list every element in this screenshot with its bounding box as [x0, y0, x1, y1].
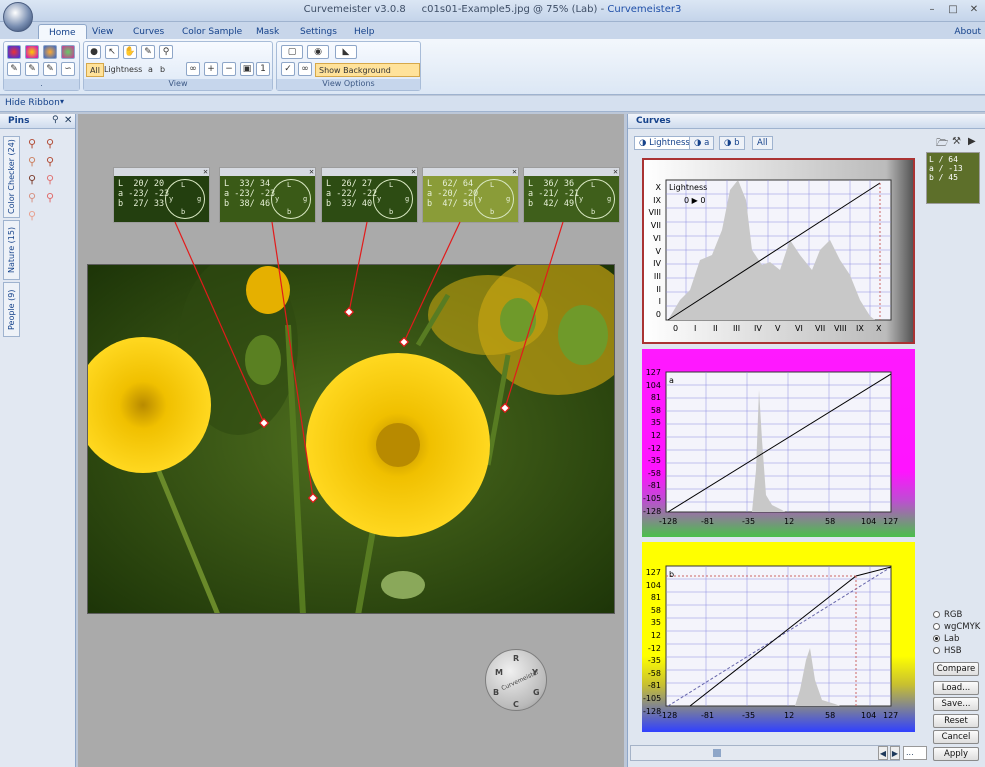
y-tick-label: 81 — [650, 593, 661, 603]
x-tick-label: -35 — [742, 517, 756, 526]
b-curve-label: b — [669, 570, 675, 579]
x-tick-label: VII — [815, 324, 826, 333]
y-tick-label: 58 — [650, 405, 661, 415]
x-tick-label: X — [876, 324, 882, 333]
y-tick-label: IX — [653, 195, 661, 205]
y-tick-label: -35 — [647, 456, 661, 466]
lightness-io-readout: 0 ▶ 0 — [684, 196, 706, 205]
x-tick-label: IX — [856, 324, 864, 333]
x-tick-label: 58 — [825, 711, 836, 720]
y-tick-label: -128 — [643, 506, 662, 516]
x-tick-label: VIII — [834, 324, 847, 333]
y-tick-label: -81 — [647, 681, 661, 691]
x-tick-label: VI — [795, 324, 803, 333]
y-tick-label: -81 — [647, 481, 661, 491]
x-tick-label: III — [733, 324, 741, 333]
lightness-curve-label: Lightness — [669, 183, 708, 192]
x-tick-label: IV — [754, 324, 762, 333]
x-tick-label: -81 — [701, 711, 715, 720]
y-tick-label: VII — [650, 221, 661, 231]
y-tick-label: 35 — [650, 418, 661, 428]
a-curve-label: a — [669, 376, 674, 385]
x-tick-label: 127 — [883, 517, 899, 526]
x-tick-label: V — [775, 324, 781, 333]
y-tick-label: 12 — [650, 631, 661, 640]
x-tick-label: -128 — [659, 517, 678, 526]
y-tick-label: II — [656, 284, 661, 294]
y-tick-label: 58 — [650, 605, 661, 615]
x-tick-label: 127 — [883, 711, 899, 720]
x-tick-label: 0 — [673, 324, 679, 333]
x-tick-label: -81 — [701, 517, 715, 526]
y-tick-label: VI — [653, 233, 661, 243]
x-tick-label: 58 — [825, 517, 836, 526]
y-tick-label: 81 — [650, 393, 661, 403]
x-tick-label: 12 — [784, 711, 795, 720]
x-tick-label: 12 — [784, 517, 795, 526]
y-tick-label: I — [658, 297, 661, 307]
y-tick-label: VIII — [648, 208, 661, 218]
y-tick-label: 104 — [645, 580, 661, 590]
y-tick-label: IV — [653, 259, 661, 269]
y-tick-label: -12 — [647, 443, 661, 453]
x-tick-label: -128 — [659, 711, 678, 720]
y-tick-label: 12 — [650, 431, 661, 440]
y-tick-label: 0 — [655, 310, 661, 319]
y-tick-label: -58 — [647, 468, 661, 478]
x-tick-label: II — [713, 324, 718, 333]
y-tick-label: V — [655, 246, 661, 256]
y-tick-label: -105 — [643, 694, 662, 703]
y-tick-label: -58 — [647, 668, 661, 678]
y-tick-label: 104 — [645, 380, 661, 390]
y-tick-label: III — [653, 271, 661, 281]
curve-graphs — [665, 179, 892, 707]
y-tick-label: 127 — [645, 368, 661, 377]
y-tick-label: X — [655, 183, 661, 192]
x-tick-label: 104 — [861, 517, 877, 526]
app-menu-orb[interactable] — [3, 2, 33, 32]
y-tick-label: -105 — [643, 494, 662, 503]
x-tick-label: 104 — [861, 711, 877, 720]
y-tick-label: 127 — [645, 568, 661, 577]
x-tick-label: I — [694, 324, 697, 333]
y-tick-label: -12 — [647, 643, 661, 653]
x-tick-label: -35 — [742, 711, 756, 720]
y-tick-label: -35 — [647, 656, 661, 666]
y-tick-label: 35 — [650, 618, 661, 628]
